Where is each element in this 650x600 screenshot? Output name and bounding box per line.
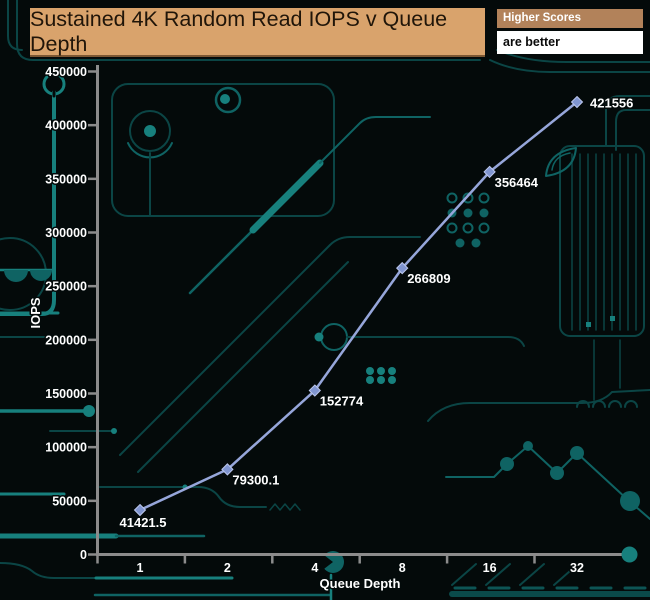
iops-line-chart: 0 50000 100000 150000 200000 250000 300000 3500… — [27, 64, 638, 593]
data-point-label: 79300.1 — [232, 472, 279, 487]
axis-end-node — [621, 546, 638, 563]
y-tick-label: 100000 — [45, 441, 87, 455]
y-tick-label: 250000 — [45, 280, 87, 294]
y-tick-label: 450000 — [45, 65, 87, 79]
data-point-label: 356464 — [495, 175, 539, 190]
x-axis-title: Queue Depth — [320, 576, 401, 591]
data-line — [139, 101, 578, 512]
y-tick-label: 350000 — [45, 172, 87, 186]
benchmark-chart-window: 0 50000 100000 150000 200000 250000 300000 3500… — [0, 0, 650, 600]
data-point-label: 421556 — [590, 96, 633, 111]
x-tick-label: 16 — [483, 561, 497, 575]
chart-title-bar: Sustained 4K Random Read IOPS v Queue De… — [30, 6, 485, 57]
note-are-better: are better — [497, 31, 643, 54]
y-tick-label: 200000 — [45, 333, 87, 347]
y-tick-label: 0 — [80, 548, 87, 562]
x-tick-label: 2 — [224, 561, 231, 575]
x-tick-label: 32 — [570, 561, 584, 575]
x-tick-label: 8 — [399, 561, 406, 575]
y-tick-label: 400000 — [45, 119, 87, 133]
x-tick-label: 4 — [311, 561, 318, 575]
y-tick-label: 300000 — [45, 226, 87, 240]
data-point-label: 41421.5 — [120, 515, 167, 530]
y-tick-label: 150000 — [45, 387, 87, 401]
data-point-marker — [133, 503, 147, 517]
x-tick-label: 1 — [137, 561, 144, 575]
data-point-label: 152774 — [320, 394, 364, 409]
chart-title: Sustained 4K Random Read IOPS v Queue De… — [30, 6, 448, 56]
data-point-label: 266809 — [407, 271, 450, 286]
y-tick-label: 50000 — [52, 494, 87, 508]
y-axis-title: IOPS — [28, 297, 43, 328]
note-higher-scores: Higher Scores — [497, 9, 643, 28]
